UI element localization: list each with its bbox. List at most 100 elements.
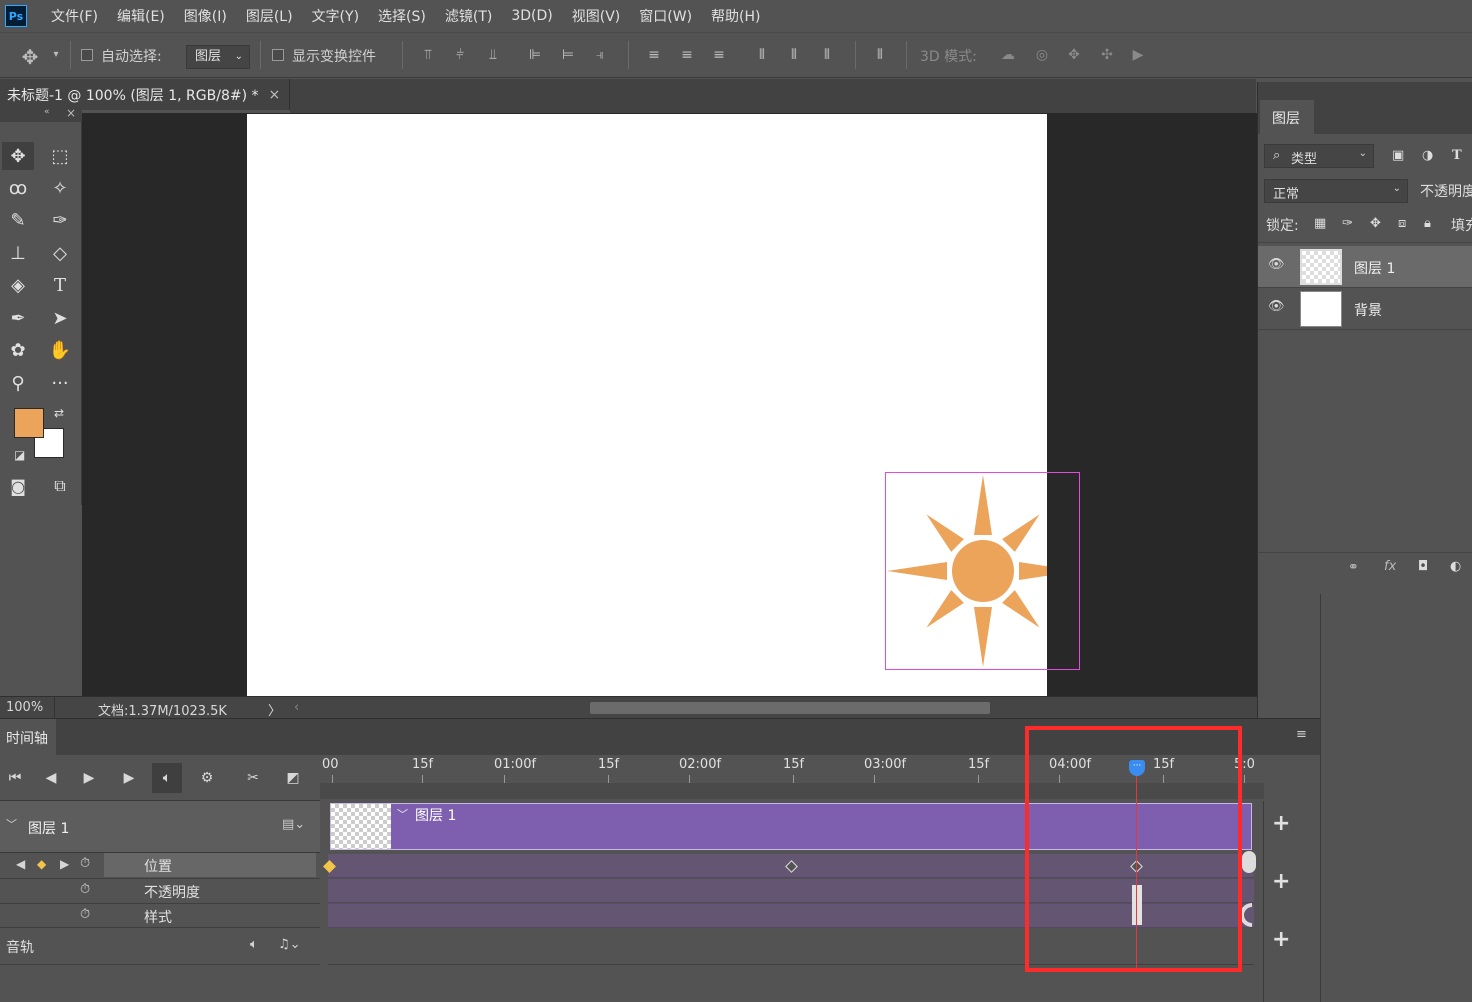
3d-slide-icon[interactable]: ✣ xyxy=(1097,47,1117,63)
auto-select-checkbox[interactable] xyxy=(81,49,93,61)
align-left-icon[interactable]: ⊫ xyxy=(525,47,545,63)
eye-icon[interactable]: 👁︎ xyxy=(1268,299,1285,314)
menu-3d[interactable]: 3D(D) xyxy=(511,8,552,24)
go-to-first-frame-icon[interactable]: ⏮ xyxy=(0,763,30,793)
close-icon[interactable]: × xyxy=(269,87,281,103)
pen-tool-icon[interactable]: ✒ xyxy=(2,304,34,332)
3d-camera-icon[interactable]: ▶ xyxy=(1128,47,1148,63)
type-tool-icon[interactable]: T xyxy=(44,271,76,299)
add-media-icon[interactable]: + xyxy=(1272,869,1290,894)
distribute-vcenter-icon[interactable]: ≡ xyxy=(677,47,697,63)
align-vcenter-icon[interactable]: ⫩ xyxy=(450,47,470,63)
layer-row[interactable]: 👁︎ 背景 xyxy=(1258,288,1472,330)
foreground-color-swatch[interactable] xyxy=(14,408,44,438)
lock-artboard-icon[interactable]: ⧈ xyxy=(1398,216,1406,231)
menu-window[interactable]: 窗口(W) xyxy=(639,6,692,26)
mask-icon[interactable]: ◘ xyxy=(1418,559,1428,574)
menu-view[interactable]: 视图(V) xyxy=(572,6,621,26)
swap-colors-icon[interactable]: ⇄ xyxy=(54,406,64,420)
scroll-left-icon[interactable]: ‹ xyxy=(294,700,299,715)
add-keyframe-icon[interactable]: ◆ xyxy=(37,857,46,871)
stopwatch-icon[interactable]: ⏱ xyxy=(80,856,90,871)
previous-frame-icon[interactable]: ◀ xyxy=(36,763,66,793)
tab-timeline[interactable]: 时间轴 xyxy=(0,719,56,755)
menu-help[interactable]: 帮助(H) xyxy=(711,6,760,26)
eraser-tool-icon[interactable]: ◇ xyxy=(44,239,76,267)
eye-icon[interactable]: 👁︎ xyxy=(1268,257,1285,272)
status-info-menu-icon[interactable]: 〉 xyxy=(268,700,281,719)
move-tool-icon[interactable]: ✥ xyxy=(20,45,40,69)
menu-image[interactable]: 图像(I) xyxy=(184,6,227,26)
lock-all-icon[interactable]: 🔒︎ xyxy=(1424,216,1431,231)
menu-edit[interactable]: 编辑(E) xyxy=(117,6,165,26)
filter-adjustment-icon[interactable]: ◑ xyxy=(1422,148,1433,163)
screen-mode-icon[interactable]: ⧉ xyxy=(44,472,76,500)
transition-icon[interactable]: ◩ xyxy=(278,763,308,793)
shape-tool-icon[interactable]: ✿ xyxy=(2,336,34,364)
next-keyframe-icon[interactable]: ▶ xyxy=(60,857,69,871)
auto-select-target-select[interactable]: 图层 ⌄ xyxy=(186,45,250,69)
chevron-down-icon[interactable]: ▾ xyxy=(46,49,66,60)
chevron-down-icon[interactable]: ﹀ xyxy=(6,816,17,832)
distribute-hcenter-icon[interactable]: ⦀ xyxy=(784,47,804,63)
filter-type-icon[interactable]: T xyxy=(1452,148,1462,163)
brush-tool-icon[interactable]: ✑ xyxy=(44,206,76,234)
next-frame-icon[interactable]: ▶ xyxy=(114,763,144,793)
distribute-left-icon[interactable]: ⦀ xyxy=(752,47,772,63)
menu-layer[interactable]: 图层(L) xyxy=(246,6,293,26)
default-colors-icon[interactable]: ◪ xyxy=(14,448,25,462)
align-bottom-icon[interactable]: ⫫ xyxy=(483,47,503,63)
chevron-down-icon[interactable]: ﹀ xyxy=(397,806,408,822)
quick-mask-icon[interactable]: ◙ xyxy=(2,472,34,500)
filter-image-icon[interactable]: ▣ xyxy=(1392,148,1404,163)
stopwatch-icon[interactable]: ⏱ xyxy=(80,882,90,897)
collapse-icon[interactable]: « xyxy=(44,107,50,117)
more-tools-icon[interactable]: ··· xyxy=(44,369,76,397)
prev-keyframe-icon[interactable]: ◀ xyxy=(16,857,25,871)
audio-toggle-icon[interactable]: 🔈︎ xyxy=(152,763,182,793)
lock-transparent-icon[interactable]: ▦ xyxy=(1314,216,1326,231)
layer-row[interactable]: 👁︎ 图层 1 xyxy=(1258,246,1472,288)
layer-track-header[interactable]: ﹀ 图层 1 ▤⌄ xyxy=(0,801,320,853)
auto-align-icon[interactable]: ⫴ xyxy=(870,47,890,63)
lock-position-icon[interactable]: ✥ xyxy=(1370,216,1381,231)
align-top-icon[interactable]: ⫪ xyxy=(418,47,438,63)
layer-filter-select[interactable]: ⌕ 类型 ⌄ xyxy=(1264,144,1374,168)
adjustment-layer-icon[interactable]: ◐ xyxy=(1450,559,1461,574)
lock-image-icon[interactable]: ✑ xyxy=(1342,216,1353,231)
film-strip-icon[interactable]: ▤⌄ xyxy=(282,817,305,832)
magic-wand-tool-icon[interactable]: ✧ xyxy=(44,174,76,202)
link-icon[interactable]: ⚭ xyxy=(1348,560,1359,575)
panel-menu-icon[interactable]: ≡ xyxy=(1296,727,1307,742)
3d-orbit-icon[interactable]: ☁ xyxy=(998,47,1018,63)
blend-mode-select[interactable]: 正常 ⌄ xyxy=(1264,179,1408,203)
play-icon[interactable]: ▶ xyxy=(74,763,104,793)
show-transform-checkbox[interactable] xyxy=(272,49,284,61)
distribute-bottom-icon[interactable]: ≡ xyxy=(709,47,729,63)
speaker-icon[interactable]: 🔈︎ xyxy=(250,937,258,952)
distribute-right-icon[interactable]: ⦀ xyxy=(817,47,837,63)
menu-type[interactable]: 文字(Y) xyxy=(312,6,359,26)
align-right-icon[interactable]: ⫣ xyxy=(590,47,610,63)
settings-icon[interactable]: ⚙ xyxy=(192,763,222,793)
tab-layers[interactable]: 图层 xyxy=(1260,100,1314,134)
document-tab[interactable]: 未标题-1 @ 100% (图层 1, RGB/8#) * × xyxy=(0,79,290,110)
split-icon[interactable]: ✂ xyxy=(238,763,268,793)
move-tool-icon[interactable]: ✥ xyxy=(2,142,34,170)
distribute-top-icon[interactable]: ≡ xyxy=(644,47,664,63)
marquee-tool-icon[interactable]: ⬚ xyxy=(44,142,76,170)
align-hcenter-icon[interactable]: ⊨ xyxy=(558,47,578,63)
path-select-tool-icon[interactable]: ➤ xyxy=(44,304,76,332)
stopwatch-icon[interactable]: ⏱ xyxy=(80,907,90,922)
fx-icon[interactable]: fx xyxy=(1384,559,1396,574)
lasso-tool-icon[interactable]: ꝏ xyxy=(2,174,34,202)
zoom-level[interactable]: 100% xyxy=(6,700,43,715)
menu-select[interactable]: 选择(S) xyxy=(378,6,426,26)
3d-pan-icon[interactable]: ✥ xyxy=(1064,47,1084,63)
close-icon[interactable]: × xyxy=(66,106,76,120)
stamp-tool-icon[interactable]: ⊥ xyxy=(2,239,34,267)
3d-roll-icon[interactable]: ◎ xyxy=(1032,47,1052,63)
hand-tool-icon[interactable]: ✋ xyxy=(44,336,76,364)
add-audio-icon[interactable]: + xyxy=(1272,927,1290,952)
paint-bucket-tool-icon[interactable]: ◈ xyxy=(2,271,34,299)
